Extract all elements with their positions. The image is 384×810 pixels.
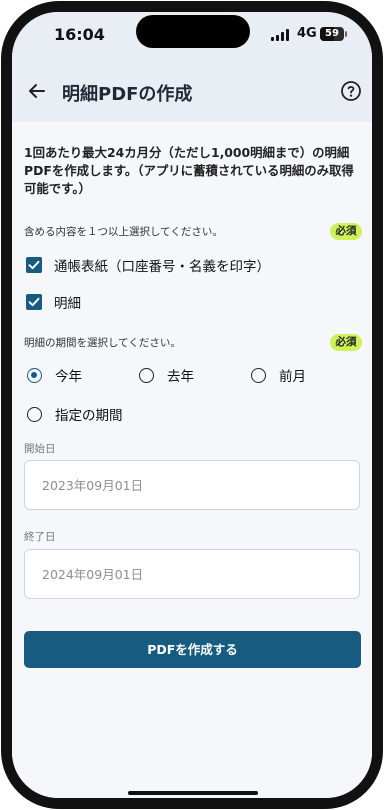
status-time: 16:04 <box>54 25 105 44</box>
start-date-input[interactable] <box>40 477 344 494</box>
battery-tip <box>345 31 347 37</box>
start-date-field[interactable] <box>24 460 360 510</box>
end-date-label: 終了日 <box>24 531 56 543</box>
create-pdf-button[interactable]: PDFを作成する <box>24 631 361 668</box>
period-section-label: 明細の期間を選択してください。 <box>24 337 181 349</box>
radio-label: 去年 <box>167 369 194 385</box>
dynamic-island <box>136 15 250 48</box>
end-date-input[interactable] <box>40 566 344 583</box>
back-button[interactable] <box>24 78 50 104</box>
screen: 16:04 4G 59 明細PDFの作成 1回あたり最大24カ月分（ただし1,0… <box>12 12 372 798</box>
radio-this-year[interactable]: 今年 <box>27 363 82 387</box>
checkbox-checked-icon <box>26 257 42 273</box>
required-badge: 必須 <box>330 334 362 351</box>
description-text: 1回あたり最大24カ月分（ただし1,000明細まで）の明細PDFを作成します。（… <box>24 145 354 196</box>
radio-label: 今年 <box>55 369 82 385</box>
battery-level: 59 <box>325 28 339 39</box>
arrow-left-icon <box>29 84 45 98</box>
radio-unselected-icon <box>251 367 266 383</box>
nav-bar: 明細PDFの作成 <box>12 74 372 110</box>
radio-last-month[interactable]: 前月 <box>251 363 306 387</box>
network-type: 4G <box>297 26 317 41</box>
checkbox-statements[interactable]: 明細 <box>26 290 81 314</box>
phone-frame: 16:04 4G 59 明細PDFの作成 1回あたり最大24カ月分（ただし1,0… <box>0 0 384 810</box>
signal-icon <box>271 29 291 41</box>
content: 1回あたり最大24カ月分（ただし1,000明細まで）の明細PDFを作成します。（… <box>12 122 372 798</box>
status-bar: 16:04 4G 59 <box>12 12 372 56</box>
checkbox-checked-icon <box>26 294 42 310</box>
end-date-field[interactable] <box>24 549 360 599</box>
radio-custom-period[interactable]: 指定の期間 <box>27 402 123 426</box>
home-indicator <box>128 791 258 795</box>
checkbox-passbook-cover[interactable]: 通帳表紙（口座番号・名義を印字） <box>26 253 270 277</box>
radio-last-year[interactable]: 去年 <box>139 363 194 387</box>
radio-label: 前月 <box>279 369 306 385</box>
question-circle-icon <box>341 81 361 101</box>
battery-icon: 59 <box>320 27 344 41</box>
checkbox-label: 通帳表紙（口座番号・名義を印字） <box>54 259 270 275</box>
phone-body: 16:04 4G 59 明細PDFの作成 1回あたり最大24カ月分（ただし1,0… <box>1 1 383 809</box>
required-badge: 必須 <box>330 223 362 240</box>
page-title: 明細PDFの作成 <box>62 84 193 105</box>
radio-selected-icon <box>27 367 42 383</box>
contents-section-label: 含める内容を１つ以上選択してください。 <box>24 226 223 238</box>
radio-label: 指定の期間 <box>55 408 123 424</box>
radio-unselected-icon <box>27 406 42 422</box>
start-date-label: 開始日 <box>24 443 56 455</box>
radio-unselected-icon <box>139 367 154 383</box>
help-button[interactable] <box>339 79 363 103</box>
checkbox-label: 明細 <box>54 296 81 312</box>
